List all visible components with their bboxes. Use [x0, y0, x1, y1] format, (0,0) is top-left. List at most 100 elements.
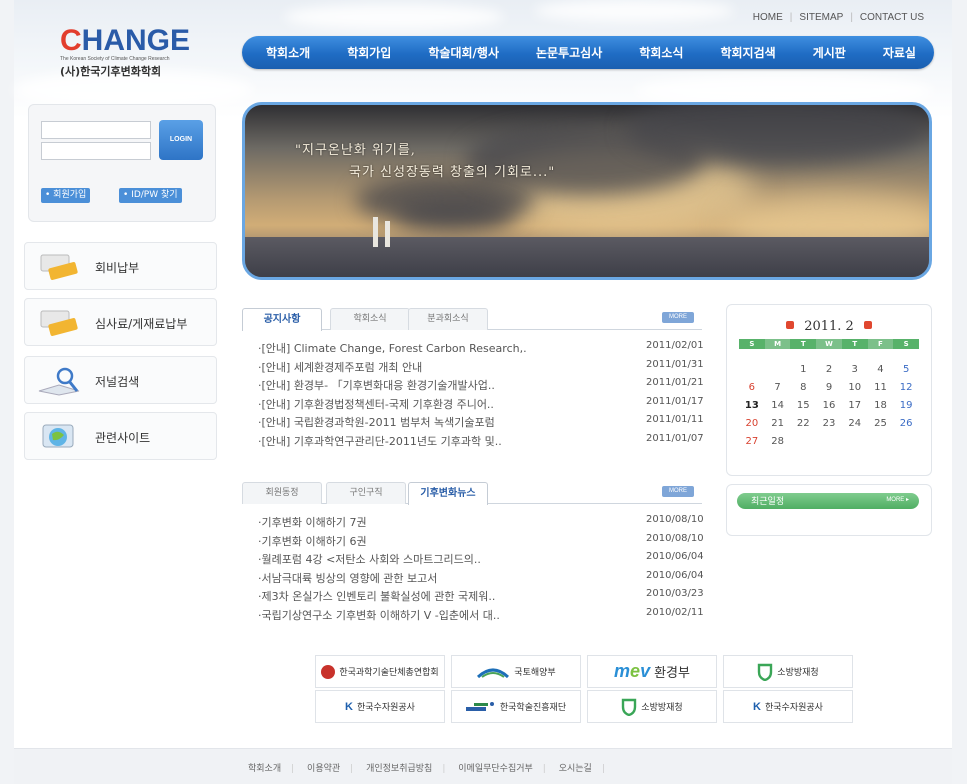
list-item[interactable]: ·[안내] 환경부- 「기후변화대응 환경기술개발사업.. 2011/01/21 — [242, 377, 704, 396]
nav-item-archive[interactable]: 자료실 — [883, 44, 916, 61]
news-tabs: 회원동정 구인구직 기후변화뉴스 MORE — [242, 480, 702, 505]
calendar-day[interactable]: 17 — [842, 397, 868, 415]
nav-item-about[interactable]: 학회소개 — [266, 44, 310, 61]
calendar-day[interactable]: 22 — [790, 415, 816, 433]
util-contact-link[interactable]: CONTACT US — [860, 12, 924, 23]
partner-logo-link[interactable]: K 한국수자원공사 — [723, 690, 853, 723]
calendar-day[interactable]: 4 — [868, 361, 894, 379]
partner-logo-link[interactable]: 소방방재청 — [587, 690, 717, 723]
utility-nav: HOME | SITEMAP | CONTACT US — [752, 12, 924, 23]
calendar-day[interactable]: 28 — [765, 433, 791, 451]
nav-item-join[interactable]: 학회가입 — [347, 44, 391, 61]
calendar-day[interactable]: 20 — [739, 415, 765, 433]
calendar-day[interactable]: 19 — [893, 397, 919, 415]
recent-more-button[interactable]: MORE ▸ — [886, 496, 909, 503]
list-item[interactable]: ·국립기상연구소 기후변화 이해하기 V -입춘에서 대.. 2010/02/11 — [242, 607, 704, 626]
left-menu-journal-search[interactable]: 저널검색 — [24, 356, 217, 404]
calendar-day[interactable]: 7 — [765, 379, 791, 397]
calendar-day[interactable]: 6 — [739, 379, 765, 397]
krf-logo-icon — [465, 701, 496, 713]
tab-member-news[interactable]: 회원동정 — [242, 482, 322, 504]
nav-item-journal-search[interactable]: 학회지검색 — [720, 44, 775, 61]
user-id-input[interactable] — [41, 121, 151, 139]
list-item[interactable]: ·기후변화 이해하기 6권 2010/08/10 — [242, 533, 704, 552]
footer-link-no-email-collection[interactable]: 이메일무단수집거부 — [458, 764, 533, 774]
partner-logo-link[interactable]: mev 환경부 — [587, 655, 717, 688]
calendar-day[interactable]: 5 — [893, 361, 919, 379]
weekday-label: W — [816, 339, 842, 349]
list-item[interactable]: ·[안내] 기후환경법정책센터-국제 기후환경 주니어.. 2011/01/17 — [242, 396, 704, 415]
calendar-day[interactable]: 11 — [868, 379, 894, 397]
calendar-day[interactable]: 14 — [765, 397, 791, 415]
footer-link-about[interactable]: 학회소개 — [248, 764, 281, 774]
calendar-day[interactable]: 18 — [868, 397, 894, 415]
left-menu-review-fee[interactable]: 심사료/게재료납부 — [24, 298, 217, 346]
tab-division-news[interactable]: 분과회소식 — [408, 308, 488, 330]
password-input[interactable] — [41, 142, 151, 160]
prev-month-icon[interactable] — [786, 321, 795, 329]
list-item[interactable]: ·[안내] 세계환경제주포럼 개최 안내 2011/01/31 — [242, 359, 704, 378]
partner-logo-name: 한국수자원공사 — [356, 703, 415, 713]
calendar-day[interactable]: 23 — [816, 415, 842, 433]
util-home-link[interactable]: HOME — [753, 12, 783, 23]
calendar-day[interactable]: 12 — [893, 379, 919, 397]
footer-link-directions[interactable]: 오시는길 — [559, 764, 592, 774]
tab-jobs[interactable]: 구인구직 — [326, 482, 406, 504]
partner-logo-link[interactable]: K 한국수자원공사 — [315, 690, 445, 723]
list-item[interactable]: ·월례포럼 4강 <저탄소 사회와 스마트그리드의.. 2010/06/04 — [242, 551, 704, 570]
site-logo[interactable]: CHANGE The Korean Society of Climate Cha… — [60, 26, 200, 79]
tab-notice[interactable]: 공지사항 — [242, 308, 322, 331]
tab-society-news[interactable]: 학회소식 — [330, 308, 410, 330]
list-item[interactable]: ·[안내] 기후과학연구관리단-2011년도 기후과학 및.. 2011/01/0… — [242, 433, 704, 452]
partner-logo-link[interactable]: 국토해양부 — [451, 655, 581, 688]
partner-logo-link[interactable]: 소방방재청 — [723, 655, 853, 688]
nav-item-events[interactable]: 학술대회/행사 — [428, 44, 499, 61]
calendar-day[interactable]: 8 — [790, 379, 816, 397]
find-id-pw-button[interactable]: • ID/PW 찾기 — [119, 188, 182, 203]
calendar-day — [739, 361, 765, 379]
banner-quote-line1: "지구온난화 위기를, — [295, 143, 416, 158]
calendar-day — [765, 361, 791, 379]
partner-logo-link[interactable]: 한국과학기술단체총연합회 — [315, 655, 445, 688]
calendar-day — [816, 433, 842, 451]
partner-logo-link[interactable]: 한국학술진흥재단 — [451, 690, 581, 723]
calendar-day[interactable]: 1 — [790, 361, 816, 379]
left-menu-dues[interactable]: 회비납부 — [24, 242, 217, 290]
calendar-day[interactable]: 13 — [739, 397, 765, 415]
calendar-day[interactable]: 9 — [816, 379, 842, 397]
news-box: 회원동정 구인구직 기후변화뉴스 MORE ·기후변화 이해하기 7권 2010/… — [242, 480, 704, 626]
calendar-day[interactable]: 21 — [765, 415, 791, 433]
calendar-day[interactable]: 3 — [842, 361, 868, 379]
login-button[interactable]: LOGIN — [159, 120, 203, 160]
join-button[interactable]: • 회원가입 — [41, 188, 91, 203]
list-item[interactable]: ·제3차 온실가스 인벤토리 불확실성에 관한 국제워.. 2010/03/23 — [242, 588, 704, 607]
calendar-day[interactable]: 26 — [893, 415, 919, 433]
calendar-day[interactable]: 24 — [842, 415, 868, 433]
left-menu-related-sites[interactable]: 관련사이트 — [24, 412, 217, 460]
calendar-week: 20 21 22 23 24 25 26 — [739, 415, 919, 433]
nav-item-submission[interactable]: 논문투고심사 — [536, 44, 602, 61]
calendar-day[interactable]: 2 — [816, 361, 842, 379]
calendar-day — [893, 433, 919, 451]
tab-climate-news[interactable]: 기후변화뉴스 — [408, 482, 488, 505]
footer-link-privacy[interactable]: 개인정보취급방침 — [366, 764, 432, 774]
calendar-week: 12345 — [739, 361, 919, 379]
calendar-day[interactable]: 25 — [868, 415, 894, 433]
calendar-day[interactable]: 27 — [739, 433, 765, 451]
next-month-icon[interactable] — [863, 321, 872, 329]
weekday-label: S — [893, 339, 920, 349]
weekday-label: M — [764, 339, 791, 349]
calendar-day[interactable]: 16 — [816, 397, 842, 415]
list-item[interactable]: ·기후변화 이해하기 7권 2010/08/10 — [242, 514, 704, 533]
list-item[interactable]: ·[안내] Climate Change, Forest Carbon Rese… — [242, 340, 704, 359]
notice-more-button[interactable]: MORE — [662, 312, 694, 323]
list-item[interactable]: ·[안내] 국립환경과학원-2011 범부처 녹색기술포럼 2011/01/11 — [242, 414, 704, 433]
nav-item-news[interactable]: 학회소식 — [639, 44, 683, 61]
calendar-day[interactable]: 15 — [790, 397, 816, 415]
list-item[interactable]: ·서남극대륙 빙상의 영향에 관한 보고서 2010/06/04 — [242, 570, 704, 589]
news-more-button[interactable]: MORE — [662, 486, 694, 497]
footer-link-terms[interactable]: 이용약관 — [307, 764, 340, 774]
util-sitemap-link[interactable]: SITEMAP — [799, 12, 843, 23]
calendar-day[interactable]: 10 — [842, 379, 868, 397]
nav-item-board[interactable]: 게시판 — [813, 44, 846, 61]
